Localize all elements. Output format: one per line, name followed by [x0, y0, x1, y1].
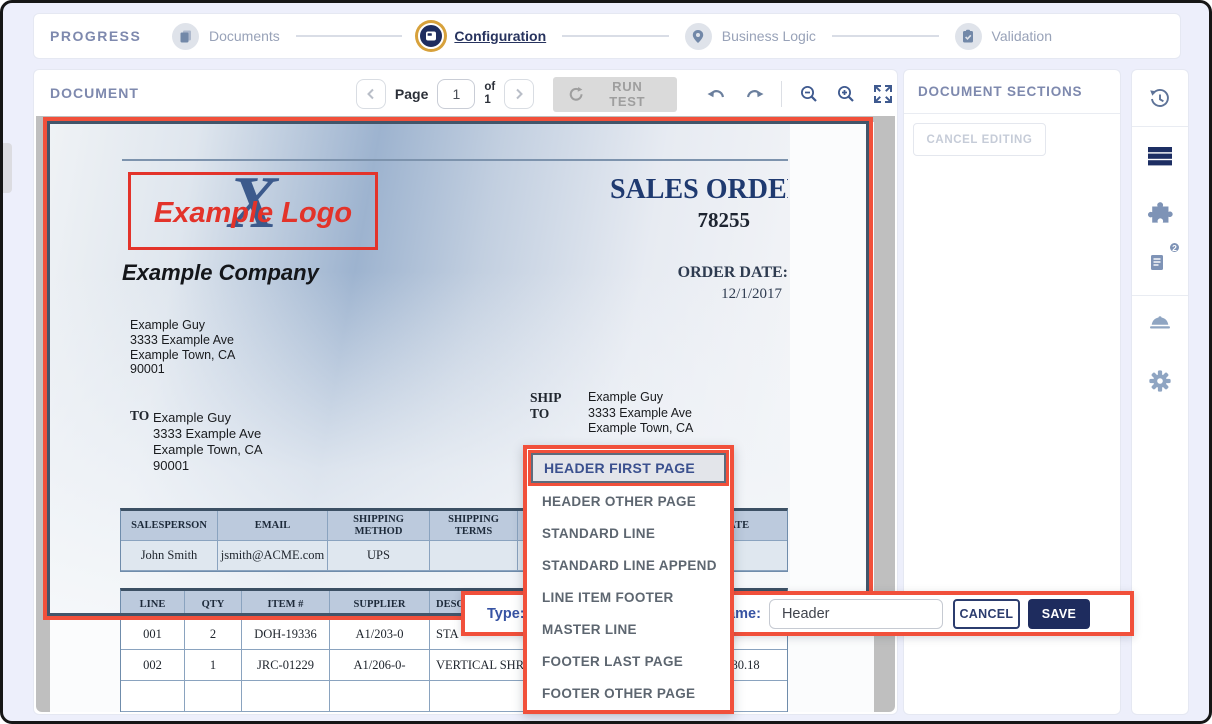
- cell: [330, 681, 430, 712]
- undo-icon[interactable]: [703, 80, 731, 108]
- menu-item-master-line[interactable]: MASTER LINE: [527, 614, 730, 646]
- run-test-button[interactable]: RUN TEST: [553, 77, 677, 112]
- menu-item-header-first-page[interactable]: HEADER FIRST PAGE: [531, 453, 726, 483]
- left-panel-handle[interactable]: [3, 143, 12, 193]
- menu-item-standard-line[interactable]: STANDARD LINE: [527, 518, 730, 550]
- cell: DOH-19336: [242, 619, 330, 650]
- cell: 2: [185, 619, 242, 650]
- step-business-logic-label: Business Logic: [722, 28, 816, 44]
- configuration-icon: [418, 23, 444, 49]
- notes-count-badge: 2: [1168, 241, 1181, 254]
- page-total: of 1: [484, 81, 495, 106]
- notes-icon[interactable]: 2: [1140, 245, 1180, 279]
- menu-item-line-item-footer[interactable]: LINE ITEM FOOTER: [527, 582, 730, 614]
- validation-icon: [955, 23, 982, 50]
- menu-item-footer-other-page[interactable]: FOOTER OTHER PAGE: [527, 678, 730, 710]
- zoom-in-icon[interactable]: [832, 80, 860, 108]
- cell: 001: [121, 619, 185, 650]
- progress-bar: PROGRESS Documents Configuration Busines…: [33, 13, 1181, 59]
- section-name-input[interactable]: [769, 599, 943, 629]
- menu-item-standard-line-append[interactable]: STANDARD LINE APPEND: [527, 550, 730, 582]
- fullscreen-icon[interactable]: [869, 80, 897, 108]
- redo-icon[interactable]: [740, 80, 768, 108]
- step-documents[interactable]: Documents: [172, 23, 280, 50]
- puzzle-icon[interactable]: [1140, 195, 1180, 229]
- header-section-border: [47, 121, 869, 616]
- page-label: Page: [395, 86, 428, 102]
- zoom-out-icon[interactable]: [795, 80, 823, 108]
- step-connector: [562, 35, 669, 37]
- menu-item-header-other-page[interactable]: HEADER OTHER PAGE: [527, 486, 730, 518]
- cancel-editing-button[interactable]: CANCEL EDITING: [913, 123, 1046, 156]
- step-validation[interactable]: Validation: [955, 23, 1052, 50]
- progress-title: PROGRESS: [50, 28, 172, 44]
- cell: [185, 681, 242, 712]
- rail-divider: [1132, 126, 1188, 127]
- rail-divider: [1132, 295, 1188, 296]
- gear-icon[interactable]: [1140, 364, 1180, 398]
- cell: A1/206-0-: [330, 650, 430, 681]
- documents-icon: [172, 23, 199, 50]
- section-type-menu: HEADER FIRST PAGE HEADER OTHER PAGE STAN…: [523, 445, 734, 714]
- cell: 1: [185, 650, 242, 681]
- cancel-button[interactable]: CANCEL: [953, 599, 1020, 629]
- refresh-icon: [568, 86, 584, 102]
- cell: JRC-01229: [242, 650, 330, 681]
- save-button[interactable]: SAVE: [1028, 599, 1090, 629]
- app-window: PROGRESS Documents Configuration Busines…: [0, 0, 1212, 724]
- page-number-input[interactable]: [437, 79, 475, 109]
- step-configuration[interactable]: Configuration: [418, 23, 546, 49]
- tool-rail: 2: [1131, 69, 1189, 715]
- next-page-button[interactable]: [504, 79, 534, 109]
- cell: 002: [121, 650, 185, 681]
- header-section-highlight[interactable]: [43, 117, 873, 620]
- step-documents-label: Documents: [209, 28, 280, 44]
- step-validation-label: Validation: [992, 28, 1052, 44]
- business-logic-icon: [685, 23, 712, 50]
- type-label: Type:: [487, 606, 525, 622]
- document-sections-title: DOCUMENT SECTIONS: [904, 70, 1120, 114]
- step-business-logic[interactable]: Business Logic: [685, 23, 816, 50]
- dome-icon[interactable]: [1140, 306, 1180, 340]
- prev-page-button[interactable]: [356, 79, 386, 109]
- document-panel-title: DOCUMENT: [50, 85, 139, 101]
- document-toolbar: DOCUMENT Page of 1 RUN TES: [34, 70, 897, 116]
- cell: [121, 681, 185, 712]
- menu-item-footer-last-page[interactable]: FOOTER LAST PAGE: [527, 646, 730, 678]
- sections-icon[interactable]: [1140, 139, 1180, 173]
- cell: A1/203-0: [330, 619, 430, 650]
- cell: [242, 681, 330, 712]
- run-test-label: RUN TEST: [592, 79, 662, 109]
- step-connector: [296, 35, 403, 37]
- step-configuration-label: Configuration: [454, 28, 546, 44]
- history-icon[interactable]: [1140, 82, 1180, 116]
- toolbar-divider: [781, 81, 782, 107]
- step-connector: [832, 35, 939, 37]
